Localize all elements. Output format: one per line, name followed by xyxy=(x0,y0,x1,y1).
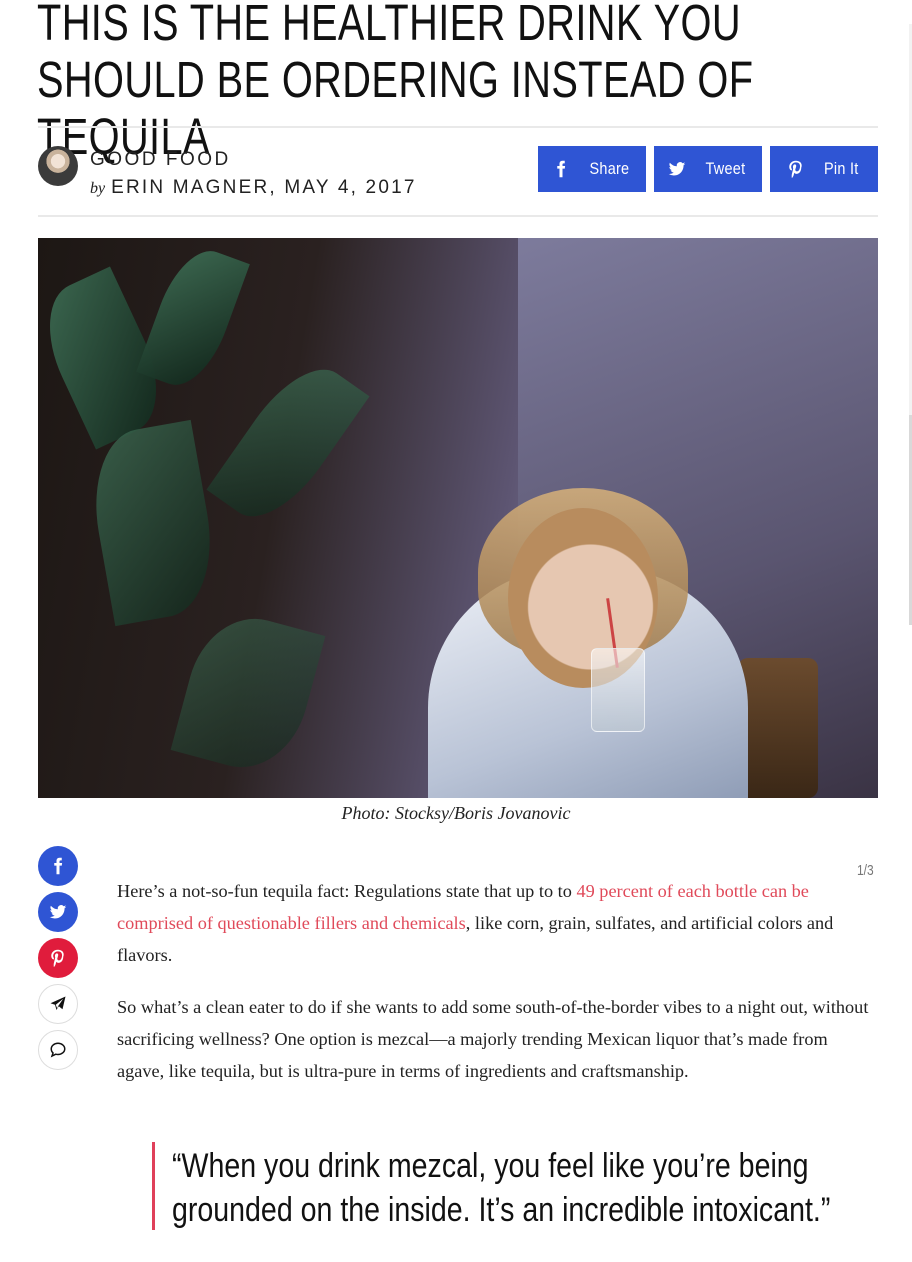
comment-icon xyxy=(50,1042,66,1058)
byline-by: by xyxy=(90,180,106,197)
side-email-button[interactable] xyxy=(38,984,78,1024)
pull-quote: “When you drink mezcal, you feel like yo… xyxy=(152,1142,872,1230)
pinterest-icon xyxy=(51,949,64,967)
side-pinterest-button[interactable] xyxy=(38,938,78,978)
hero-photo xyxy=(38,238,878,798)
pinterest-icon xyxy=(788,160,802,178)
facebook-icon xyxy=(54,857,63,875)
category-label[interactable]: GOOD FOOD xyxy=(90,149,231,171)
byline: by ERIN MAGNER, MAY 4, 2017 xyxy=(90,177,417,199)
photo-chair xyxy=(738,658,818,798)
side-twitter-button[interactable] xyxy=(38,892,78,932)
article-headline: THIS IS THE HEALTHIER DRINK YOU SHOULD B… xyxy=(37,0,754,165)
side-facebook-button[interactable] xyxy=(38,846,78,886)
paragraph-2: So what’s a clean eater to do if she wan… xyxy=(117,997,869,1081)
author-avatar[interactable] xyxy=(38,146,78,186)
pinterest-share-label: Pin It xyxy=(823,159,859,178)
paper-plane-icon xyxy=(50,996,66,1010)
facebook-icon xyxy=(556,160,565,178)
paragraph-1-text: Here’s a not-so-fun tequila fact: Regula… xyxy=(117,881,577,901)
facebook-share-button[interactable]: Share xyxy=(538,146,646,192)
author-date[interactable]: ERIN MAGNER, MAY 4, 2017 xyxy=(111,177,417,198)
byline-divider xyxy=(38,215,878,217)
side-comment-button[interactable] xyxy=(38,1030,78,1070)
twitter-share-button[interactable]: Tweet xyxy=(654,146,762,192)
header-divider xyxy=(38,126,878,128)
pull-quote-text: “When you drink mezcal, you feel like yo… xyxy=(172,1147,831,1229)
twitter-icon xyxy=(668,162,685,176)
photo-caption: Photo: Stocksy/Boris Jovanovic xyxy=(341,803,571,823)
photo-leaf xyxy=(206,350,370,536)
photo-leaf xyxy=(82,419,224,627)
twitter-share-label: Tweet xyxy=(705,159,745,178)
paragraph-1: Here’s a not-so-fun tequila fact: Regula… xyxy=(117,875,879,971)
photo-leaf xyxy=(136,240,250,396)
photo-glass xyxy=(591,648,645,732)
photo-leaf xyxy=(170,605,326,781)
pinterest-share-button[interactable]: Pin It xyxy=(770,146,878,192)
facebook-share-label: Share xyxy=(589,159,629,178)
twitter-icon xyxy=(49,905,67,919)
